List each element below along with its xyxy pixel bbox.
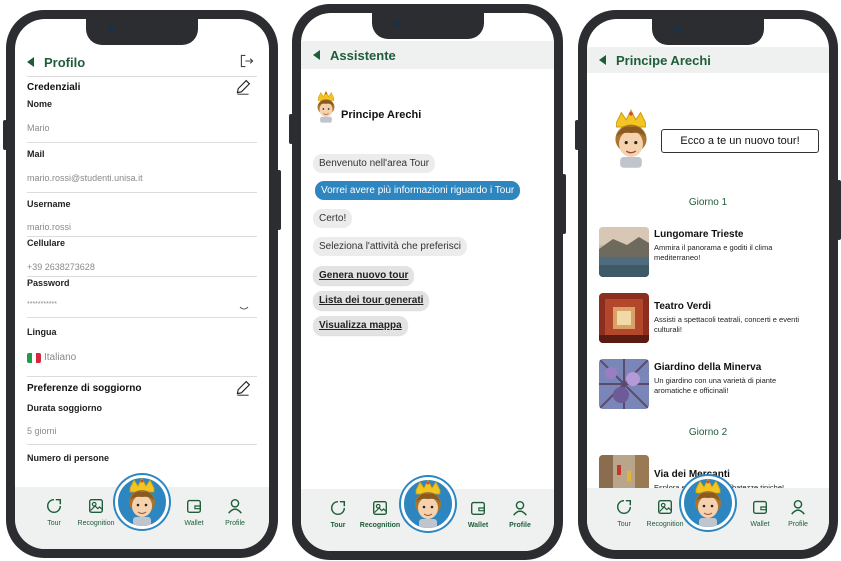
back-arrow-icon[interactable] (27, 57, 34, 67)
wallet-icon (751, 498, 769, 516)
giardino-minerva-photo[interactable] (599, 359, 649, 409)
field-label: Durata soggiorno (27, 403, 103, 413)
credentials-title: Credenziali (27, 82, 81, 93)
tour-item-desc: Un giardino con una varietà di piante ar… (654, 376, 777, 395)
assistant-header: Assistente (301, 41, 554, 69)
bottom-nav: Tour Recognition Wallet Profile (15, 475, 269, 549)
nav-label: Profile (509, 522, 531, 529)
tour-item-title: Teatro Verdi (654, 301, 712, 312)
profile-icon (226, 497, 244, 515)
day-label: Giorno 2 (688, 427, 728, 438)
profile-icon (789, 498, 807, 516)
prince-mascot-icon (313, 91, 339, 123)
tour-list-button[interactable]: Lista dei tour generati (313, 291, 430, 310)
profile-screen: Profilo Credenziali Nome Mario Mail mari… (15, 19, 269, 549)
logout-icon[interactable] (239, 53, 255, 69)
notch (371, 13, 484, 39)
nav-label: Profile (225, 520, 245, 527)
day-label: Giorno 1 (688, 197, 728, 208)
nav-label: Profile (788, 521, 808, 528)
nav-profile[interactable]: Profile (210, 497, 260, 527)
tour-header: Principe Arechi (587, 47, 829, 73)
password-field[interactable]: *********** (27, 301, 57, 308)
profile-header: Profilo (15, 49, 269, 75)
wallet-icon (469, 499, 487, 517)
page-title: Assistente (330, 47, 396, 63)
prince-mascot-icon (404, 480, 452, 528)
nav-label: Recognition (359, 522, 401, 529)
bot-message: Benvenuto nell'area Tour (313, 154, 436, 173)
page-title: Profilo (44, 54, 86, 70)
page-title: Principe Arechi (616, 52, 711, 68)
assistant-avatar-button[interactable] (681, 476, 735, 530)
phone-assistant: Assistente Principe Arechi Benvenuto nel… (289, 4, 566, 560)
phone-tour: Principe Arechi Ecco a te un nuovo tour!… (575, 10, 841, 559)
field-label: Cellulare (27, 238, 66, 248)
field-label: Mail (27, 149, 45, 159)
tour-item-desc: Assisti a spettacoli teatrali, concerti … (654, 315, 800, 334)
phone-field[interactable]: +39 2638273628 (27, 262, 95, 272)
tour-icon (329, 499, 347, 517)
nav-recognition[interactable]: Recognition (355, 499, 405, 529)
generate-tour-button[interactable]: Genera nuovo tour (313, 266, 415, 285)
name-field[interactable]: Mario (27, 123, 50, 133)
phone-profile: Profilo Credenziali Nome Mario Mail mari… (3, 10, 281, 558)
field-label: Username (27, 199, 71, 209)
recognition-icon (87, 497, 105, 515)
teatro-verdi-photo[interactable] (599, 293, 649, 343)
view-map-button[interactable]: Visualizza mappa (313, 316, 408, 335)
tour-item-title: Giardino della Minerva (654, 362, 762, 373)
italy-flag-icon (27, 352, 41, 363)
language-label: Lingua (27, 327, 57, 337)
wallet-icon (185, 497, 203, 515)
bottom-nav: Tour Recognition Wallet Profile (587, 476, 829, 550)
back-arrow-icon[interactable] (599, 55, 606, 65)
username-field[interactable]: mario.rossi (27, 222, 71, 232)
recognition-icon (371, 499, 389, 517)
tour-screen: Principe Arechi Ecco a te un nuovo tour!… (587, 19, 829, 550)
tour-item-desc: Ammira il panorama e goditi il clima med… (654, 243, 773, 262)
notch (86, 19, 198, 45)
bot-message: Seleziona l'attività che preferisci (313, 237, 467, 256)
prince-mascot-icon (607, 109, 655, 169)
nav-profile[interactable]: Profile (773, 498, 823, 528)
bot-name: Principe Arechi (341, 109, 422, 121)
field-label: Numero di persone (27, 453, 110, 463)
profile-icon (511, 499, 529, 517)
stay-duration-field[interactable]: 5 giorni (27, 426, 57, 436)
language-select[interactable]: Italiano (27, 352, 76, 363)
user-message: Vorrei avere più informazioni riguardo i… (315, 181, 521, 200)
nav-label: Recognition (77, 520, 115, 527)
prince-mascot-icon (118, 478, 166, 526)
nav-label: Recognition (646, 521, 684, 528)
edit-stay-pencil-icon[interactable] (235, 380, 251, 396)
language-value: Italiano (44, 352, 77, 363)
tour-icon (615, 498, 633, 516)
tour-icon (45, 497, 63, 515)
edit-credentials-pencil-icon[interactable] (235, 79, 251, 95)
nav-recognition[interactable]: Recognition (71, 497, 121, 527)
mail-field[interactable]: mario.rossi@studenti.unisa.it (27, 173, 143, 183)
back-arrow-icon[interactable] (313, 50, 320, 60)
field-label: Password (27, 278, 70, 288)
bottom-nav: Tour Recognition Wallet Profile (301, 477, 554, 551)
lungomare-photo[interactable] (599, 227, 649, 277)
field-label: Nome (27, 99, 53, 109)
stay-preferences-title: Preferenze di soggiorno (27, 383, 142, 394)
tour-item-title: Lungomare Trieste (654, 229, 744, 240)
assistant-avatar-button[interactable] (115, 475, 169, 529)
nav-profile[interactable]: Profile (495, 499, 545, 529)
eye-closed-icon[interactable] (239, 306, 249, 312)
speech-bubble: Ecco a te un nuovo tour! (661, 129, 819, 153)
notch (652, 19, 764, 45)
assistant-screen: Assistente Principe Arechi Benvenuto nel… (301, 13, 554, 551)
recognition-icon (656, 498, 674, 516)
bot-message: Certo! (313, 209, 353, 228)
prince-mascot-icon (684, 479, 732, 527)
assistant-avatar-button[interactable] (400, 477, 455, 531)
